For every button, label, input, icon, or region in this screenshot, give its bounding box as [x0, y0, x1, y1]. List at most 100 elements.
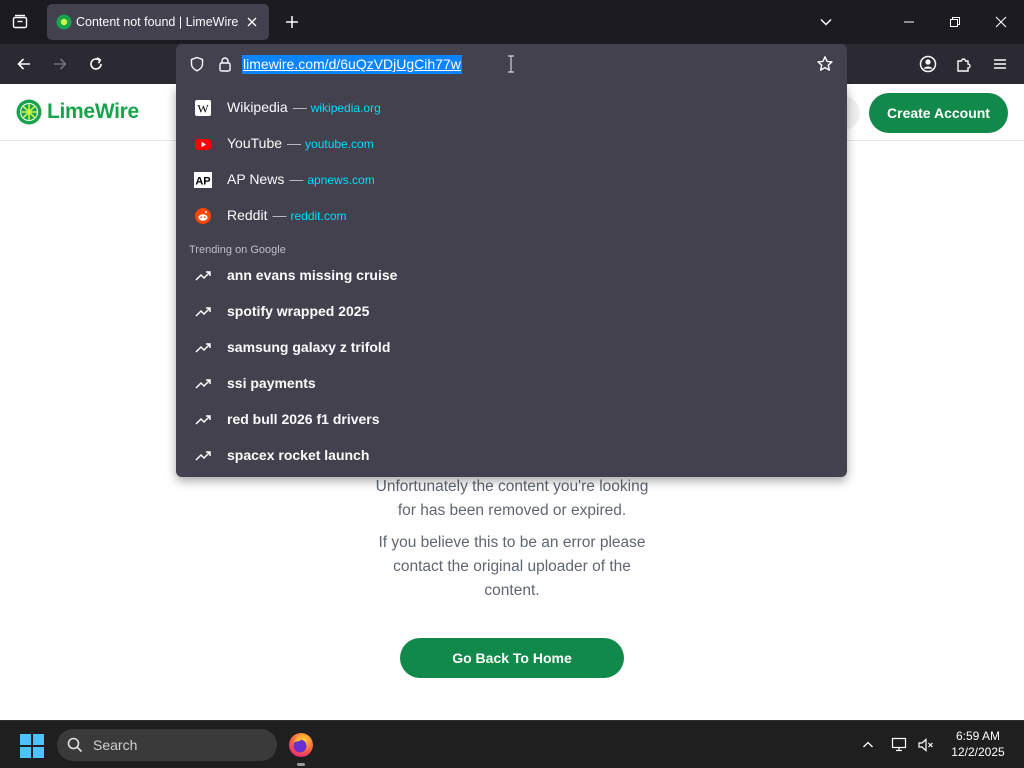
message-line: Unfortunately the content you're looking	[375, 478, 649, 495]
shield-icon	[190, 56, 204, 72]
message-line: content.	[484, 582, 540, 599]
volume-muted-icon	[918, 738, 933, 752]
url-suggestions-dropdown: W Wikipedia — wikipedia.org YouTube — youtub…	[176, 85, 847, 477]
trending-icon	[194, 375, 212, 393]
trending-icon	[194, 339, 212, 357]
menu-button[interactable]	[988, 52, 1012, 76]
network-button[interactable]	[890, 735, 910, 755]
site-info-button[interactable]	[216, 55, 234, 73]
account-icon	[919, 55, 937, 73]
tab-list-icon	[12, 14, 28, 29]
limewire-logo[interactable]: LimeWire	[16, 97, 139, 127]
taskbar-search[interactable]: Search	[57, 729, 277, 761]
active-tab[interactable]: Content not found | LimeWire	[47, 4, 269, 40]
trending-suggestion[interactable]: samsung galaxy z trifold	[176, 330, 847, 366]
windows-start-icon[interactable]	[20, 734, 44, 758]
forward-button[interactable]	[48, 52, 72, 76]
minimize-icon	[904, 21, 914, 23]
suggestion-title: Wikipedia	[227, 99, 288, 115]
firefox-icon[interactable]	[288, 732, 314, 758]
suggestion-text: samsung galaxy z trifold	[227, 339, 391, 355]
separator: —	[272, 207, 287, 223]
trending-suggestion[interactable]: ann evans missing cruise	[176, 258, 847, 294]
limewire-icon	[56, 14, 72, 30]
close-window-button[interactable]	[987, 8, 1015, 36]
suggestion-text: ssi payments	[227, 375, 316, 391]
minimize-button[interactable]	[895, 8, 923, 36]
chevron-down-icon	[820, 18, 832, 26]
create-account-button[interactable]: Create Account	[869, 93, 1008, 133]
star-icon	[817, 56, 833, 71]
network-icon	[891, 737, 907, 752]
suggestion-shortcut-wikipedia[interactable]: W Wikipedia — wikipedia.org	[176, 90, 847, 126]
message-line: for has been removed or expired.	[397, 502, 627, 519]
account-button[interactable]	[916, 52, 940, 76]
restore-icon	[950, 17, 960, 27]
suggestion-title: YouTube	[227, 135, 283, 151]
arrow-left-icon	[17, 58, 30, 70]
tab-list-button[interactable]	[8, 10, 32, 34]
clock-date: 12/2/2025	[951, 745, 1005, 759]
suggestion-url: wikipedia.org	[310, 101, 381, 115]
suggestion-url: apnews.com	[307, 173, 375, 187]
close-icon	[995, 16, 1007, 28]
trending-suggestion[interactable]: spacex rocket launch	[176, 438, 847, 474]
suggestion-text: spotify wrapped 2025	[227, 303, 370, 319]
reload-icon	[90, 57, 102, 70]
trending-icon	[194, 411, 212, 429]
arrow-right-icon	[54, 58, 67, 70]
trending-suggestion[interactable]: red bull 2026 f1 drivers	[176, 402, 847, 438]
url-text[interactable]: limewire.com/d/6uQzVDjUgCih77w	[242, 55, 462, 74]
trending-icon	[194, 447, 212, 465]
suggestion-url: youtube.com	[305, 137, 374, 151]
trending-icon	[194, 303, 212, 321]
tab-close-button[interactable]	[243, 13, 261, 31]
extensions-button[interactable]	[952, 52, 976, 76]
svg-text:AP: AP	[195, 176, 210, 188]
suggestion-title: Reddit	[227, 207, 268, 223]
show-hidden-icons-button[interactable]	[858, 735, 878, 755]
hamburger-menu-icon	[994, 59, 1006, 69]
list-all-tabs-button[interactable]	[814, 10, 838, 34]
puzzle-icon	[957, 58, 971, 72]
url-bar[interactable]: limewire.com/d/6uQzVDjUgCih77w	[176, 44, 847, 85]
taskbar: Search 6:59 AM 12/2/2025	[0, 720, 1024, 768]
removed-message: Unfortunately the content you're looking…	[312, 475, 712, 523]
search-icon	[67, 737, 83, 753]
suggestion-text: red bull 2026 f1 drivers	[227, 411, 380, 427]
tab-title: Content not found | LimeWire	[76, 15, 239, 29]
suggestion-shortcut-youtube[interactable]: YouTube — youtube.com	[176, 126, 847, 162]
trending-suggestion[interactable]: ssi payments	[176, 366, 847, 402]
back-button[interactable]	[12, 52, 36, 76]
logo-text: LimeWire	[47, 100, 139, 123]
close-icon	[247, 17, 257, 27]
running-indicator	[297, 763, 305, 766]
wikipedia-icon: W	[194, 99, 212, 117]
message-line: contact the original uploader of the	[393, 558, 631, 575]
error-contact-message: If you believe this to be an error pleas…	[312, 531, 712, 603]
restore-button[interactable]	[941, 8, 969, 36]
tracking-protection-button[interactable]	[188, 55, 206, 73]
svg-text:W: W	[197, 102, 209, 116]
chevron-up-icon	[863, 741, 873, 748]
volume-button[interactable]	[916, 735, 936, 755]
lock-icon	[219, 57, 231, 72]
suggestion-text: spacex rocket launch	[227, 447, 370, 463]
trending-heading: Trending on Google	[189, 244, 286, 256]
suggestion-shortcut-apnews[interactable]: AP AP News — apnews.com	[176, 162, 847, 198]
system-clock[interactable]: 6:59 AM 12/2/2025	[944, 728, 1012, 760]
suggestion-text: ann evans missing cruise	[227, 267, 398, 283]
suggestion-shortcut-reddit[interactable]: Reddit — reddit.com	[176, 198, 847, 234]
new-tab-button[interactable]	[280, 10, 304, 34]
limewire-logo-icon	[16, 99, 42, 125]
bookmark-star-button[interactable]	[816, 55, 834, 73]
go-back-home-button[interactable]: Go Back To Home	[400, 638, 624, 678]
suggestion-title: AP News	[227, 171, 285, 187]
separator: —	[287, 135, 302, 151]
tab-bar: Content not found | LimeWire	[0, 0, 1024, 44]
reload-button[interactable]	[84, 52, 108, 76]
trending-suggestion[interactable]: spotify wrapped 2025	[176, 294, 847, 330]
trending-icon	[194, 267, 212, 285]
clock-time: 6:59 AM	[955, 729, 1001, 743]
plus-icon	[286, 16, 298, 28]
